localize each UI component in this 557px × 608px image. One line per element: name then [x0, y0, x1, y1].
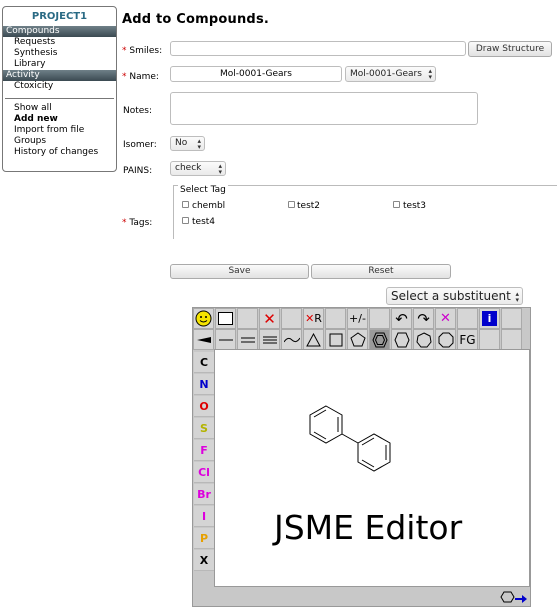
- single-bond-icon[interactable]: [215, 329, 236, 350]
- pains-label: PAINS:: [123, 166, 153, 176]
- sidebar-item-import[interactable]: Import from file: [3, 125, 116, 136]
- new-page-icon[interactable]: [215, 308, 236, 329]
- toolbar-blank-2[interactable]: [281, 308, 302, 329]
- jsme-watermark: JSME Editor: [274, 508, 463, 547]
- atom-button-f[interactable]: F: [194, 440, 214, 461]
- atom-button-o[interactable]: O: [194, 396, 214, 417]
- info-icon[interactable]: i: [479, 308, 500, 329]
- substituent-select[interactable]: Select a substituent ▴ ▾: [386, 287, 523, 305]
- page-title: Add to Compounds.: [122, 12, 270, 27]
- toolbar-blank-6[interactable]: [501, 308, 522, 329]
- ring-7-icon[interactable]: [413, 329, 434, 350]
- name-select[interactable]: Mol-0001-Gears ▴ ▾: [345, 66, 436, 82]
- triple-bond-icon[interactable]: [259, 329, 280, 350]
- charge-icon[interactable]: +/-: [347, 308, 368, 329]
- tag-label-test3: test3: [403, 201, 427, 211]
- project-title: PROJECT1: [31, 11, 88, 22]
- toolbar-blank-3[interactable]: [325, 308, 346, 329]
- chevron-updown-icon: ▴ ▾: [218, 162, 222, 176]
- smiles-input[interactable]: [170, 41, 466, 56]
- isomer-label: Isomer:: [123, 140, 157, 150]
- tags-label: * Tags:: [122, 218, 153, 228]
- functional-group-button[interactable]: FG: [457, 329, 478, 350]
- tag-label-test4: test4: [192, 217, 216, 227]
- clear-marks-icon[interactable]: ✕: [435, 308, 456, 329]
- toolbar-blank-8[interactable]: [501, 329, 522, 350]
- activity-header[interactable]: Activity: [3, 70, 116, 81]
- ring-8-icon[interactable]: [435, 329, 456, 350]
- biphenyl-molecule[interactable]: [300, 400, 420, 490]
- double-bond-icon[interactable]: [237, 329, 258, 350]
- tags-legend: Select Tag: [178, 185, 228, 195]
- wedge-bond-icon[interactable]: [193, 329, 214, 350]
- chevron-updown-icon: ▴ ▾: [428, 67, 432, 81]
- name-input[interactable]: Mol-0001-Gears: [170, 66, 342, 82]
- ring-3-icon[interactable]: [303, 329, 324, 350]
- atom-button-c[interactable]: C: [194, 352, 214, 373]
- atom-button-br[interactable]: Br: [194, 484, 214, 505]
- smiley-icon[interactable]: [193, 308, 214, 329]
- delete-icon[interactable]: ✕: [259, 308, 280, 329]
- ring-4-icon[interactable]: [325, 329, 346, 350]
- atom-button-x[interactable]: X: [194, 550, 214, 571]
- sidebar-item-synthesis[interactable]: Synthesis: [3, 48, 116, 59]
- chain-icon[interactable]: [281, 329, 302, 350]
- delete-r-group-icon[interactable]: ✕R: [303, 308, 324, 329]
- atom-button-n[interactable]: N: [194, 374, 214, 395]
- ring-6-icon[interactable]: [391, 329, 412, 350]
- tag-checkbox-chembl[interactable]: [182, 201, 189, 208]
- atom-button-i[interactable]: I: [194, 506, 214, 527]
- tag-label-test2: test2: [297, 201, 321, 211]
- sidebar-divider: [5, 98, 114, 99]
- toolbar-blank-7[interactable]: [479, 329, 500, 350]
- atom-button-s[interactable]: S: [194, 418, 214, 439]
- chevron-updown-icon: ▴ ▾: [197, 137, 201, 151]
- sidebar-item-show-all[interactable]: Show all: [3, 103, 116, 114]
- pains-select[interactable]: check ▴ ▾: [170, 161, 226, 176]
- reset-button[interactable]: Reset: [311, 264, 451, 279]
- tag-checkbox-test4[interactable]: [182, 217, 189, 224]
- atom-button-p[interactable]: P: [194, 528, 214, 549]
- toolbar-blank-4[interactable]: [369, 308, 390, 329]
- ring-arrow-icon[interactable]: [500, 590, 528, 604]
- sidebar-item-groups[interactable]: Groups: [3, 136, 116, 147]
- toolbar-blank-5[interactable]: [457, 308, 478, 329]
- isomer-select[interactable]: No ▴ ▾: [170, 136, 205, 151]
- smiles-label: * Smiles:: [122, 46, 163, 56]
- sidebar-item-add-new[interactable]: Add new: [3, 114, 116, 125]
- save-button[interactable]: Save: [170, 264, 309, 279]
- project-panel: PROJECT1 Compounds Requests Synthesis Li…: [2, 6, 117, 172]
- tag-label-chembl: chembl: [192, 201, 226, 211]
- name-label: * Name:: [122, 72, 159, 82]
- draw-structure-button[interactable]: Draw Structure: [468, 41, 552, 57]
- notes-textarea[interactable]: [170, 92, 478, 125]
- benzene-ring-icon[interactable]: [369, 329, 390, 350]
- redo-icon[interactable]: ↷: [413, 308, 434, 329]
- compounds-header[interactable]: Compounds: [3, 26, 116, 37]
- ring-5-icon[interactable]: [347, 329, 368, 350]
- toolbar-blank-1[interactable]: [237, 308, 258, 329]
- sidebar-item-ctoxicity[interactable]: Ctoxicity: [3, 81, 116, 92]
- sidebar-item-history[interactable]: History of changes: [3, 147, 116, 158]
- tag-checkbox-test2[interactable]: [288, 201, 295, 208]
- notes-label: Notes:: [123, 106, 153, 116]
- sidebar-item-requests[interactable]: Requests: [3, 37, 116, 48]
- undo-icon[interactable]: ↶: [391, 308, 412, 329]
- tags-fieldset: [173, 185, 557, 239]
- chevron-updown-icon: ▴ ▾: [515, 290, 519, 304]
- atom-button-cl[interactable]: Cl: [194, 462, 214, 483]
- sidebar-item-library[interactable]: Library: [3, 59, 116, 70]
- tag-checkbox-test3[interactable]: [393, 201, 400, 208]
